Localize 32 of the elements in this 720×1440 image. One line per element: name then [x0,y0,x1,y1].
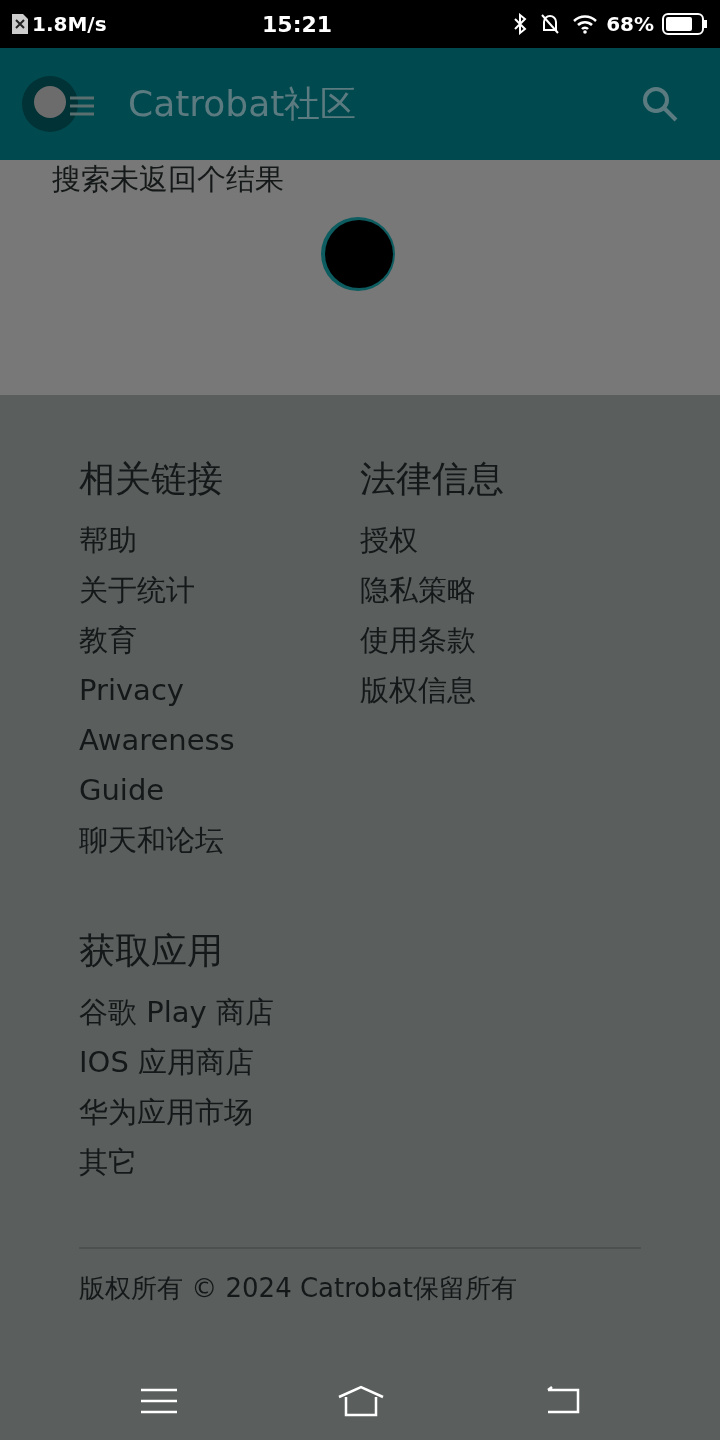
footer-link[interactable]: 授权 [360,515,418,565]
footer-link[interactable]: Privacy [79,665,184,715]
section-heading: 获取应用 [79,929,223,973]
footer-link[interactable]: 使用条款 [360,615,476,665]
bluetooth-icon [512,13,529,35]
wifi-icon [572,14,599,34]
menu-icon[interactable] [139,1387,178,1415]
footer-link[interactable]: 帮助 [79,515,137,565]
clock: 15:21 [261,10,334,39]
footer-link[interactable]: 版权信息 [360,665,476,715]
menu-icon [20,74,96,134]
footer-link[interactable]: 聊天和论坛 [79,815,224,865]
footer-link[interactable]: 教育 [79,615,137,665]
muted-bell-icon [540,13,561,35]
network-speed: 1.8M/s [32,11,108,38]
sim-card-icon [12,14,28,34]
footer-link[interactable]: 华为应用市场 [79,1087,253,1137]
footer-link[interactable]: Guide [79,765,165,815]
copyright-text: 版权所有 © 2024 Catrobat保留所有 [79,1272,517,1305]
home-icon[interactable] [337,1385,385,1417]
footer-link[interactable]: Awareness [79,715,235,765]
section-heading: 法律信息 [360,457,504,501]
battery-percent: 68% [606,11,654,38]
footer-link[interactable]: 其它 [79,1137,137,1187]
footer-link[interactable]: 关于统计 [79,565,195,615]
result-message: 搜索未返回个结果 [52,161,284,198]
footer-link[interactable]: IOS 应用商店 [79,1037,254,1087]
app-title: Catrobat社区 [128,82,358,126]
footer-link[interactable]: 隐私策略 [360,565,476,615]
section-heading: 相关链接 [79,457,223,501]
footer-link[interactable]: 谷歌 Play 商店 [79,987,274,1037]
battery-icon [662,13,708,35]
